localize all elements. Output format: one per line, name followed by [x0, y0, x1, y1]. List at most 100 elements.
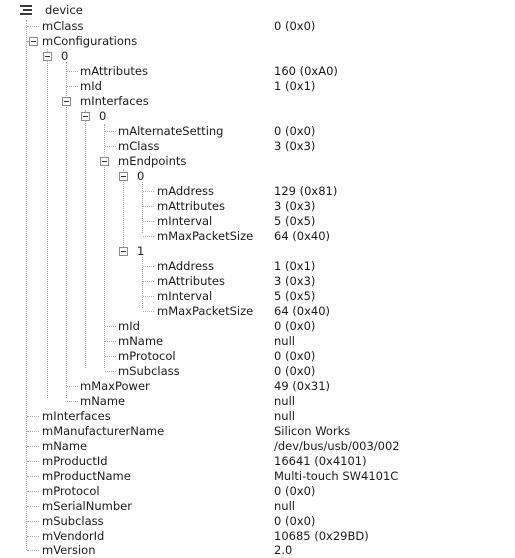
property-name: mInterfaces — [42, 409, 111, 423]
property-value: 1 (0x1) — [274, 79, 316, 93]
property-value: null — [274, 409, 295, 423]
tree-row-endpoint-1[interactable]: 1 — [0, 244, 515, 259]
property-name: mName — [42, 439, 88, 453]
tree-row-mvendorid[interactable]: mVendorId 10685 (0x29BD) — [0, 529, 515, 544]
tree-row-minterfaces[interactable]: mInterfaces null — [0, 409, 515, 424]
property-value: 0 (0x0) — [274, 514, 316, 528]
tree-row-mmaxpower[interactable]: mMaxPower 49 (0x31) — [0, 379, 515, 394]
property-value: 10685 (0x29BD) — [274, 529, 369, 543]
property-value: 49 (0x31) — [274, 379, 331, 393]
property-name: mAttributes — [157, 199, 225, 213]
property-name: 0 — [137, 169, 145, 183]
property-name: mConfigurations — [42, 34, 138, 48]
property-name: mClass — [42, 19, 84, 33]
property-value: 0 (0x0) — [274, 124, 316, 138]
property-name: 1 — [137, 244, 145, 258]
tree-row-minterval[interactable]: mInterval 5 (0x5) — [0, 289, 515, 304]
tree-row-mname[interactable]: mName null — [0, 394, 515, 409]
tree-row-mattributes[interactable]: mAttributes 160 (0xA0) — [0, 64, 515, 79]
tree-row-mconfigurations[interactable]: mConfigurations — [0, 34, 515, 49]
property-name: mVendorId — [42, 529, 105, 543]
property-name: mAddress — [157, 184, 215, 198]
tree-row-interface-0[interactable]: 0 — [0, 109, 515, 124]
property-value: 1 (0x1) — [274, 259, 316, 273]
property-name: mSubclass — [42, 514, 104, 528]
tree-row-mattributes[interactable]: mAttributes 3 (0x3) — [0, 274, 515, 289]
property-value: null — [274, 394, 295, 408]
property-name: mName — [80, 394, 126, 408]
tree-row-malternatesetting[interactable]: mAlternateSetting 0 (0x0) — [0, 124, 515, 139]
collapse-toggle-icon[interactable] — [29, 37, 38, 46]
tree-row-msubclass[interactable]: mSubclass 0 (0x0) — [0, 514, 515, 529]
property-value: 0 (0x0) — [274, 319, 316, 333]
tree-row-mserialnumber[interactable]: mSerialNumber null — [0, 499, 515, 514]
property-value: 129 (0x81) — [274, 184, 338, 198]
property-name: 0 — [99, 109, 107, 123]
property-name: 0 — [61, 49, 69, 63]
tree-row-mproductname[interactable]: mProductName Multi-touch SW4101C — [0, 469, 515, 484]
property-name: mProductName — [42, 469, 131, 483]
tree-row-mname[interactable]: mName /dev/bus/usb/003/002 — [0, 439, 515, 454]
property-name: mId — [80, 79, 102, 93]
property-name: mAddress — [157, 259, 215, 273]
property-value: 64 (0x40) — [274, 304, 331, 318]
property-value: 3 (0x3) — [274, 199, 316, 213]
property-name: mMaxPacketSize — [157, 229, 254, 243]
tree-row-mattributes[interactable]: mAttributes 3 (0x3) — [0, 199, 515, 214]
property-name: mName — [118, 334, 164, 348]
tree-row-config-0[interactable]: 0 — [0, 49, 515, 64]
property-value: 3 (0x3) — [274, 274, 316, 288]
property-name: mSubclass — [118, 364, 180, 378]
property-name: mInterval — [157, 289, 213, 303]
property-name: mInterfaces — [80, 94, 149, 108]
tree-row-msubclass[interactable]: mSubclass 0 (0x0) — [0, 364, 515, 379]
property-value: 5 (0x5) — [274, 289, 316, 303]
tree-row-mprotocol[interactable]: mProtocol 0 (0x0) — [0, 349, 515, 364]
property-value: 5 (0x5) — [274, 214, 316, 228]
property-name: mId — [118, 319, 140, 333]
tree-row-minterval[interactable]: mInterval 5 (0x5) — [0, 214, 515, 229]
tree-row-mmaxpacketsize[interactable]: mMaxPacketSize 64 (0x40) — [0, 229, 515, 244]
property-name: mProtocol — [42, 484, 100, 498]
property-name: mAttributes — [157, 274, 225, 288]
tree-row-mmaxpacketsize[interactable]: mMaxPacketSize 64 (0x40) — [0, 304, 515, 319]
tree-row-endpoint-0[interactable]: 0 — [0, 169, 515, 184]
tree-row-mclass[interactable]: mClass 3 (0x3) — [0, 139, 515, 154]
property-value: Silicon Works — [274, 424, 351, 438]
tree-row-mmanufacturername[interactable]: mManufacturerName Silicon Works — [0, 424, 515, 439]
collapse-toggle-icon[interactable] — [119, 247, 128, 256]
property-name: mSerialNumber — [42, 499, 132, 513]
property-value: 16641 (0x4101) — [274, 454, 367, 468]
property-value: 0 (0x0) — [274, 349, 316, 363]
property-value: null — [274, 499, 295, 513]
collapse-toggle-icon[interactable] — [43, 52, 52, 61]
tree-row-maddress[interactable]: mAddress 129 (0x81) — [0, 184, 515, 199]
property-value: Multi-touch SW4101C — [274, 469, 399, 483]
collapse-toggle-icon[interactable] — [62, 97, 71, 106]
tree-structure-icon — [20, 5, 34, 16]
property-name: mClass — [118, 139, 160, 153]
tree-root-row[interactable]: device — [0, 3, 515, 18]
property-name: mAttributes — [80, 64, 148, 78]
tree-row-mname[interactable]: mName null — [0, 334, 515, 349]
tree-row-mid[interactable]: mId 0 (0x0) — [0, 319, 515, 334]
device-property-tree[interactable]: device mClass 0 (0x0) mConfigurations 0 … — [0, 0, 515, 557]
collapse-toggle-icon[interactable] — [81, 112, 90, 121]
property-value: 64 (0x40) — [274, 229, 331, 243]
tree-row-minterfaces[interactable]: mInterfaces — [0, 94, 515, 109]
property-value: 0 (0x0) — [274, 364, 316, 378]
property-name: mEndpoints — [118, 154, 187, 168]
tree-row-mprotocol[interactable]: mProtocol 0 (0x0) — [0, 484, 515, 499]
collapse-toggle-icon[interactable] — [119, 172, 128, 181]
tree-row-mendpoints[interactable]: mEndpoints — [0, 154, 515, 169]
tree-row-mid[interactable]: mId 1 (0x1) — [0, 79, 515, 94]
tree-row-mclass[interactable]: mClass 0 (0x0) — [0, 19, 515, 34]
property-value: 160 (0xA0) — [274, 64, 338, 78]
property-name: mAlternateSetting — [118, 124, 224, 138]
property-name: mProductId — [42, 454, 108, 468]
property-value: 3 (0x3) — [274, 139, 316, 153]
property-name: mManufacturerName — [42, 424, 165, 438]
collapse-toggle-icon[interactable] — [100, 157, 109, 166]
tree-row-mproductid[interactable]: mProductId 16641 (0x4101) — [0, 454, 515, 469]
tree-row-maddress[interactable]: mAddress 1 (0x1) — [0, 259, 515, 274]
